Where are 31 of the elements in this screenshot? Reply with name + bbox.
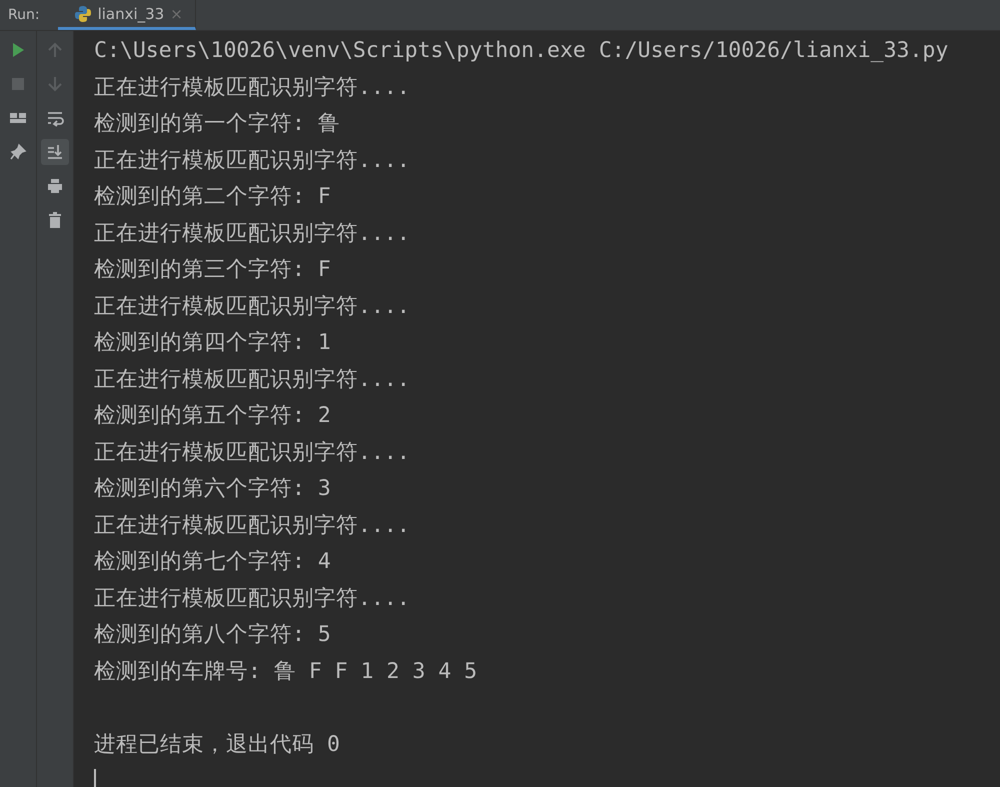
output-line: 正在进行模板匹配识别字符.... <box>94 584 411 612</box>
output-line: 正在进行模板匹配识别字符.... <box>94 512 411 540</box>
pin-icon <box>9 143 27 161</box>
output-line: 正在进行模板匹配识别字符.... <box>94 292 411 320</box>
output-line: 正在进行模板匹配识别字符.... <box>94 366 411 394</box>
stop-icon <box>9 75 27 93</box>
output-line: 正在进行模板匹配识别字符.... <box>94 220 411 248</box>
exit-message: 进程已结束，退出代码 0 <box>94 730 341 758</box>
output-line: 检测到的第五个字符: 2 <box>94 402 332 430</box>
output-line: 检测到的第三个字符: F <box>94 256 332 284</box>
output-line: 检测到的第八个字符: 5 <box>94 621 332 649</box>
output-line: 检测到的第七个字符: 4 <box>94 548 332 576</box>
panel-label: Run: <box>7 6 41 25</box>
output-line: 正在进行模板匹配识别字符.... <box>94 74 411 102</box>
up-arrow-icon <box>46 41 64 59</box>
output-line: 检测到的第六个字符: 3 <box>94 475 332 503</box>
output-line: 检测到的第一个字符: 鲁 <box>94 110 341 138</box>
output-line: 检测到的车牌号: 鲁 F F 1 2 3 4 5 <box>94 658 478 686</box>
printer-icon <box>46 177 64 195</box>
soft-wrap-icon <box>46 109 64 127</box>
output-line: 正在进行模板匹配识别字符.... <box>94 146 411 174</box>
run-tab[interactable]: lianxi_33 × <box>58 0 196 30</box>
down-arrow-icon <box>46 75 64 93</box>
output-line: 检测到的第四个字符: 1 <box>94 329 332 357</box>
command-line: C:\Users\10026\venv\Scripts\python.exe C:/Users/10026/lianxi_33.py <box>94 37 950 65</box>
scroll-to-end-icon <box>46 143 64 161</box>
output-line: 检测到的第二个字符: F <box>94 183 332 211</box>
python-icon <box>74 4 92 22</box>
scroll-to-end-button[interactable] <box>41 139 69 165</box>
trash-icon <box>46 211 64 229</box>
output-line: 正在进行模板匹配识别字符.... <box>94 438 411 466</box>
